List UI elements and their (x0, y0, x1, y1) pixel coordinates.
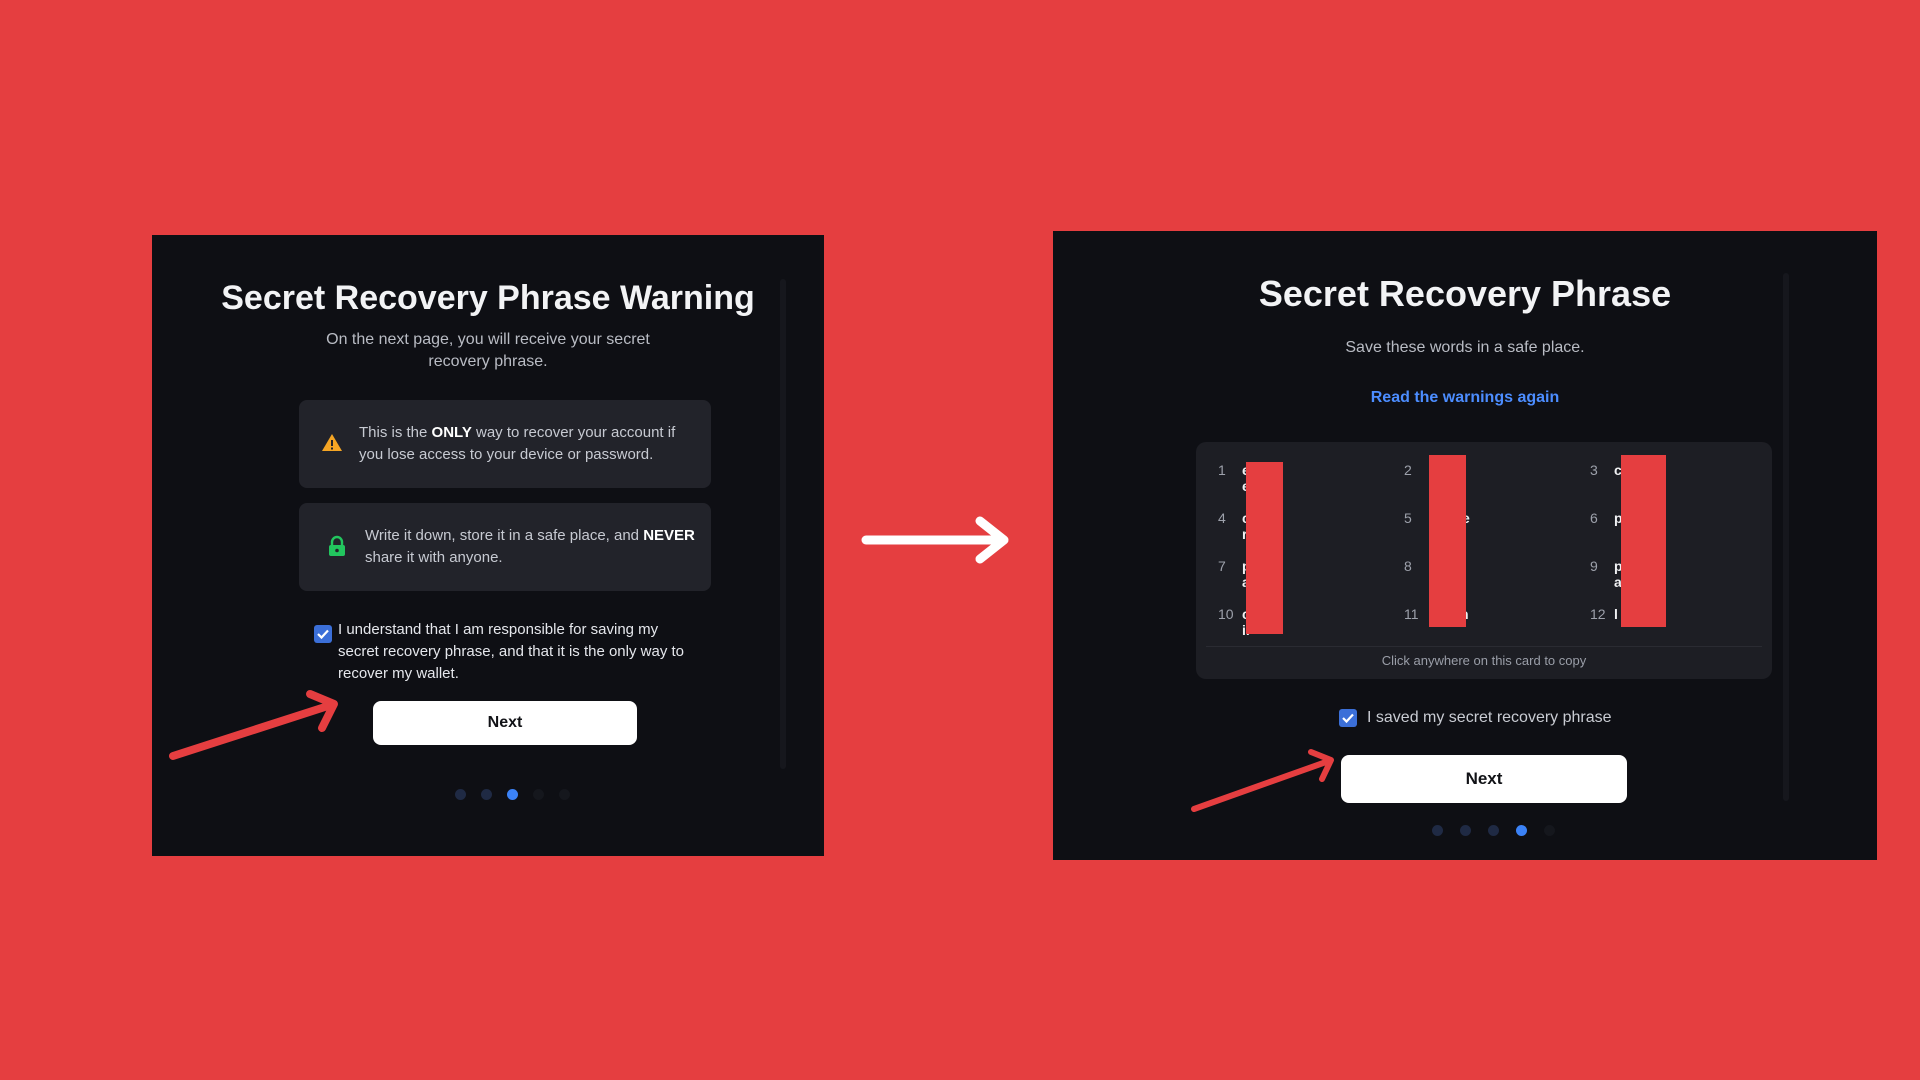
srp-warning-panel: Secret Recovery Phrase Warning On the ne… (152, 235, 824, 856)
step-dot-active (507, 789, 518, 800)
warning-card-text: Write it down, store it in a safe place,… (365, 527, 695, 566)
step-dot (481, 789, 492, 800)
saved-phrase-checkbox[interactable] (1339, 709, 1357, 727)
read-warnings-link[interactable]: Read the warnings again (1053, 389, 1877, 407)
checkmark-icon (1342, 713, 1354, 724)
understand-checkbox-label[interactable]: I understand that I am responsible for s… (338, 619, 698, 685)
step-dot (1432, 825, 1443, 836)
page-subtitle: Save these words in a safe place. (1345, 339, 1585, 356)
step-dot (1460, 825, 1471, 836)
step-indicator (1432, 825, 1572, 836)
page-subtitle: On the next page, you will receive your … (326, 331, 650, 370)
recovery-phrase-card[interactable]: 1e e 2 3c 4c r 5e 6p 7p ar 8 9p al (1196, 442, 1772, 679)
checkmark-icon (317, 629, 329, 640)
redaction-bar (1429, 455, 1466, 627)
card-divider (1206, 646, 1762, 647)
warning-triangle-icon (321, 432, 343, 454)
saved-phrase-checkbox-label[interactable]: I saved my secret recovery phrase (1367, 709, 1612, 727)
page-title: Secret Recovery Phrase (1258, 273, 1672, 314)
copy-hint: Click anywhere on this card to copy (1381, 653, 1587, 668)
warning-card-never-share: Write it down, store it in a safe place,… (299, 503, 711, 591)
next-button[interactable]: Next (1341, 755, 1627, 803)
step-dot (455, 789, 466, 800)
lock-icon (327, 535, 349, 557)
step-dot (559, 789, 570, 800)
step-dot (1544, 825, 1555, 836)
redaction-bar (1246, 462, 1283, 634)
srp-panel: Secret Recovery Phrase Save these words … (1053, 231, 1877, 860)
redaction-bar (1621, 455, 1666, 627)
warning-card-text: This is the ONLY way to recover your acc… (359, 424, 676, 463)
warning-card-only-way: This is the ONLY way to recover your acc… (299, 400, 711, 488)
step-indicator (455, 789, 585, 800)
step-dot (533, 789, 544, 800)
next-button[interactable]: Next (373, 701, 637, 745)
page-title: Secret Recovery Phrase Warning (221, 279, 755, 317)
transition-arrow-icon (861, 516, 1009, 564)
scrollbar-track[interactable] (780, 279, 786, 769)
understand-checkbox[interactable] (314, 625, 332, 643)
step-dot-active (1516, 825, 1527, 836)
step-dot (1488, 825, 1499, 836)
